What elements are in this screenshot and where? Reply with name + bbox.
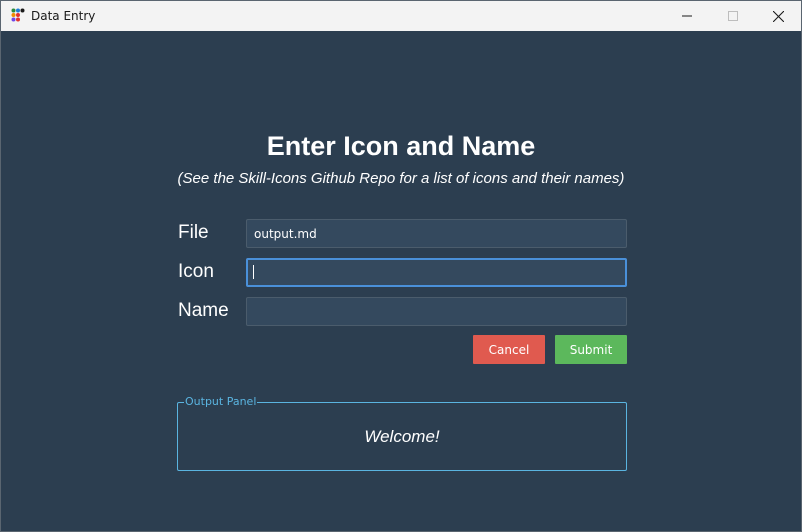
file-input[interactable] bbox=[246, 219, 627, 248]
cancel-button[interactable]: Cancel bbox=[473, 335, 545, 364]
minimize-button[interactable] bbox=[664, 1, 710, 31]
close-button[interactable] bbox=[755, 1, 801, 31]
close-icon bbox=[772, 10, 784, 22]
app-icon bbox=[11, 8, 25, 22]
name-label: Name bbox=[178, 300, 229, 321]
page-title: Enter Icon and Name bbox=[266, 131, 536, 161]
app-window: Data Entry Enter Icon and Name (See the … bbox=[0, 0, 802, 532]
file-label: File bbox=[178, 222, 209, 243]
text-caret bbox=[253, 265, 254, 279]
name-input[interactable] bbox=[246, 297, 627, 326]
icon-label: Icon bbox=[178, 261, 214, 282]
output-message: Welcome! bbox=[364, 427, 440, 446]
maximize-icon bbox=[728, 11, 738, 21]
maximize-button[interactable] bbox=[710, 1, 756, 31]
title-bar[interactable]: Data Entry bbox=[1, 1, 801, 31]
page-subtitle: (See the Skill-Icons Github Repo for a l… bbox=[177, 170, 625, 187]
submit-button[interactable]: Submit bbox=[555, 335, 627, 364]
minimize-icon bbox=[682, 15, 692, 17]
window-title: Data Entry bbox=[31, 9, 96, 23]
output-panel-title: Output Panel bbox=[184, 395, 258, 409]
icon-input[interactable] bbox=[246, 258, 627, 287]
